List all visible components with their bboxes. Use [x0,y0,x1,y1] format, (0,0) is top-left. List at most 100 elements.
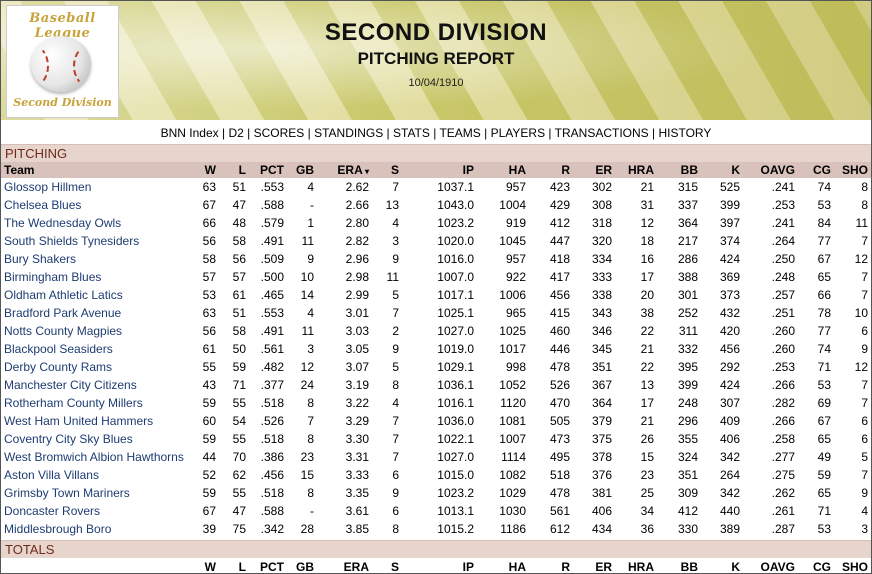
nav-link-scores[interactable]: SCORES [254,126,305,140]
team-link[interactable]: Doncaster Rovers [1,501,197,520]
column-header-pct[interactable]: PCT [249,162,287,178]
cell-bb: 248 [657,393,701,412]
cell-bb: 301 [657,285,701,304]
nav-link-transactions[interactable]: TRANSACTIONS [555,126,649,140]
nav-link-standings[interactable]: STANDINGS [314,126,383,140]
cell-er: 381 [573,483,615,502]
nav-link-teams[interactable]: TEAMS [439,126,480,140]
table-row: The Wednesday Owls 66 48.579 1 2.80 4 1023.2 91… [1,213,871,232]
cell-bb: 286 [657,249,701,268]
column-header-ha[interactable]: HA [477,162,529,178]
cell-ip: 1023.2 [402,213,477,232]
cell-bb: 351 [657,465,701,484]
cell-r: 418 [529,249,573,268]
cell-r: 456 [529,285,573,304]
table-row: Birmingham Blues 57 57.500 10 2.98 11 1007.0 92… [1,267,871,286]
team-link[interactable]: West Bromwich Albion Hawthorns [1,447,197,466]
column-header-k[interactable]: K [701,162,743,178]
column-header-sho[interactable]: SHO [834,162,871,178]
cell-ha: 998 [477,357,529,376]
cell-cg: 84 [798,213,834,232]
column-header-era[interactable]: ERA ▾ [317,162,372,178]
cell-w: 52 [197,465,219,484]
cell-ip: 1013.1 [402,501,477,520]
column-header-l[interactable]: L [219,162,249,178]
cell-w: 55 [197,357,219,376]
team-link[interactable]: Chelsea Blues [1,195,197,214]
cell-pct: .518 [249,393,287,412]
cell-k: 369 [701,267,743,286]
cell-ha: 919 [477,213,529,232]
cell-l: 55 [219,393,249,412]
cell-cg: 74 [798,178,834,196]
team-link[interactable]: Derby County Rams [1,357,197,376]
column-header-oavg[interactable]: OAVG [743,162,798,178]
column-header-cg[interactable]: CG [798,162,834,178]
cell-hra: 26 [615,429,657,448]
team-link[interactable]: Aston Villa Villans [1,465,197,484]
cell-k: 440 [701,501,743,520]
cell-er: 379 [573,411,615,430]
team-link[interactable]: Notts County Magpies [1,321,197,340]
nav-link-stats[interactable]: STATS [393,126,430,140]
team-link[interactable]: Grimsby Town Mariners [1,483,197,502]
cell-pct: .482 [249,357,287,376]
cell-bb: 364 [657,213,701,232]
team-link[interactable]: Birmingham Blues [1,267,197,286]
cell-w: 63 [197,303,219,322]
cell-era: 2.99 [317,285,372,304]
table-row: Glossop Hillmen 63 51.553 4 2.62 7 1037.1 957 42… [1,178,871,196]
team-link[interactable]: Bury Shakers [1,249,197,268]
team-link[interactable]: The Wednesday Owls [1,213,197,232]
nav-separator: | [648,126,659,140]
team-link[interactable]: Middlesbrough Boro [1,519,197,538]
cell-r: 505 [529,411,573,430]
team-link[interactable]: Coventry City Sky Blues [1,429,197,448]
table-row: Blackpool Seasiders 61 50.561 3 3.05 9 1019.0 1… [1,339,871,358]
column-header-r[interactable]: R [529,162,573,178]
cell-k: 373 [701,285,743,304]
nav-separator: | [383,126,393,140]
column-header-hra[interactable]: HRA [615,162,657,178]
team-link[interactable]: Glossop Hillmen [1,178,197,196]
cell-er: 308 [573,195,615,214]
cell-ha: 1082 [477,465,529,484]
column-header-ip[interactable]: IP [402,162,477,178]
cell-ip: 1017.1 [402,285,477,304]
cell-pct: .588 [249,501,287,520]
cell-s: 5 [372,357,402,376]
cell-l: 75 [219,519,249,538]
page-subtitle: PITCHING REPORT [357,49,515,68]
team-link[interactable]: Blackpool Seasiders [1,339,197,358]
cell-pct: .518 [249,429,287,448]
nav-link-players[interactable]: PLAYERS [491,126,545,140]
team-link[interactable]: Manchester City Citizens [1,375,197,394]
cell-oavg: .250 [743,249,798,268]
cell-oavg: .241 [743,213,798,232]
column-header-w[interactable]: W [197,162,219,178]
team-link[interactable]: Rotherham County Millers [1,393,197,412]
table-row: Grimsby Town Mariners 59 55.518 8 3.35 9 1023.… [1,483,871,502]
cell-s: 6 [372,465,402,484]
cell-gb: 8 [287,429,317,448]
column-header-bb[interactable]: BB [657,162,701,178]
nav-link-bnn-index[interactable]: BNN Index [161,126,219,140]
team-link[interactable]: South Shields Tynesiders [1,231,197,250]
column-header-er[interactable]: ER [573,162,615,178]
nav-link-history[interactable]: HISTORY [658,126,711,140]
cell-sho: 7 [834,375,871,394]
team-link[interactable]: Oldham Athletic Latics [1,285,197,304]
cell-w: 63 [197,178,219,196]
cell-sho: 5 [834,447,871,466]
cell-er: 346 [573,321,615,340]
cell-pct: .561 [249,339,287,358]
column-header-s[interactable]: S [372,162,402,178]
column-header-gb[interactable]: GB [287,162,317,178]
team-link[interactable]: West Ham United Hammers [1,411,197,430]
totals-section-header: TOTALS [1,540,871,558]
nav-link-d2[interactable]: D2 [228,126,243,140]
column-header-team[interactable]: Team [1,162,197,178]
cell-bb: 252 [657,303,701,322]
cell-cg: 65 [798,267,834,286]
team-link[interactable]: Bradford Park Avenue [1,303,197,322]
